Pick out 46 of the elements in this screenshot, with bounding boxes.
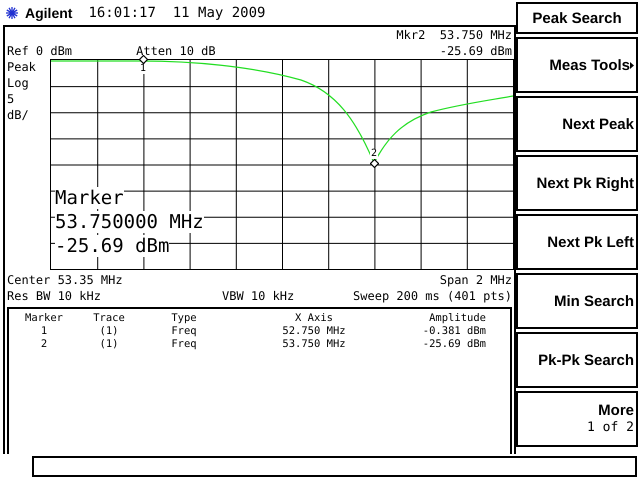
- table-cell-text: Freq: [170, 325, 198, 338]
- submenu-arrow-icon: [630, 62, 634, 68]
- marker-readout: Mkr2 53.750 MHz: [396, 27, 512, 43]
- brand-name: Agilent: [25, 4, 72, 20]
- softkey[interactable]: Pk-Pk Search: [516, 332, 638, 388]
- date-time: 16:01:17 11 May 2009: [88, 4, 266, 20]
- scale-label: 5: [7, 91, 16, 107]
- table-cell-text: 53.750 MHz: [281, 338, 347, 351]
- video-bandwidth: VBW 10 kHz: [222, 288, 296, 304]
- table-cell-text: (1): [98, 338, 120, 351]
- marker-overlay-text: -25.69 dBm: [55, 235, 170, 257]
- resolution-bandwidth: Res BW 10 kHz: [7, 288, 102, 304]
- marker-number: 2: [370, 149, 378, 159]
- table-cell-text: 1: [40, 325, 48, 338]
- column-header: Type: [170, 312, 198, 325]
- frequency-span: Span 2 MHz: [438, 272, 512, 288]
- softkey[interactable]: More 1 of 2: [516, 391, 638, 447]
- column-header: Marker: [24, 312, 64, 325]
- starburst-logo-icon: [5, 6, 19, 20]
- table-cell-text: Freq: [170, 338, 198, 351]
- center-frequency: Center 53.35 MHz: [7, 272, 124, 288]
- softkey[interactable]: Next Pk Left: [516, 214, 638, 270]
- softkey[interactable]: Min Search: [516, 273, 638, 329]
- table-cell-text: -0.381 dBm: [422, 325, 487, 338]
- table-cell-text: 2: [40, 338, 48, 351]
- marker-diamond-icon: [370, 159, 378, 168]
- scale-label: dB/: [7, 107, 30, 123]
- table-cell-text: 52.750 MHz: [281, 325, 347, 338]
- table-cell-text: -25.69 dBm: [422, 338, 487, 351]
- softkey[interactable]: Meas Tools: [516, 37, 638, 93]
- reference-level: Ref 0 dBm: [7, 43, 72, 59]
- column-header: Trace: [92, 312, 126, 325]
- scale-label: Peak: [7, 59, 37, 75]
- softkey[interactable]: Next Peak: [516, 96, 638, 152]
- column-header: X Axis: [294, 312, 334, 325]
- column-header: Amplitude: [428, 312, 487, 325]
- menu-title: Peak Search: [516, 2, 638, 34]
- marker-number: 1: [138, 64, 148, 74]
- marker-overlay-text: Marker: [55, 187, 124, 209]
- marker-amplitude: -25.69 dBm: [440, 43, 512, 59]
- attenuation: Atten 10 dB: [136, 43, 216, 59]
- scale-label: Log: [7, 75, 30, 91]
- softkey[interactable]: Next Pk Right: [516, 155, 638, 211]
- sweep-time: Sweep 200 ms (401 pts): [352, 288, 512, 304]
- marker-overlay-text: 53.750000 MHz: [55, 211, 204, 233]
- table-cell-text: (1): [98, 325, 120, 338]
